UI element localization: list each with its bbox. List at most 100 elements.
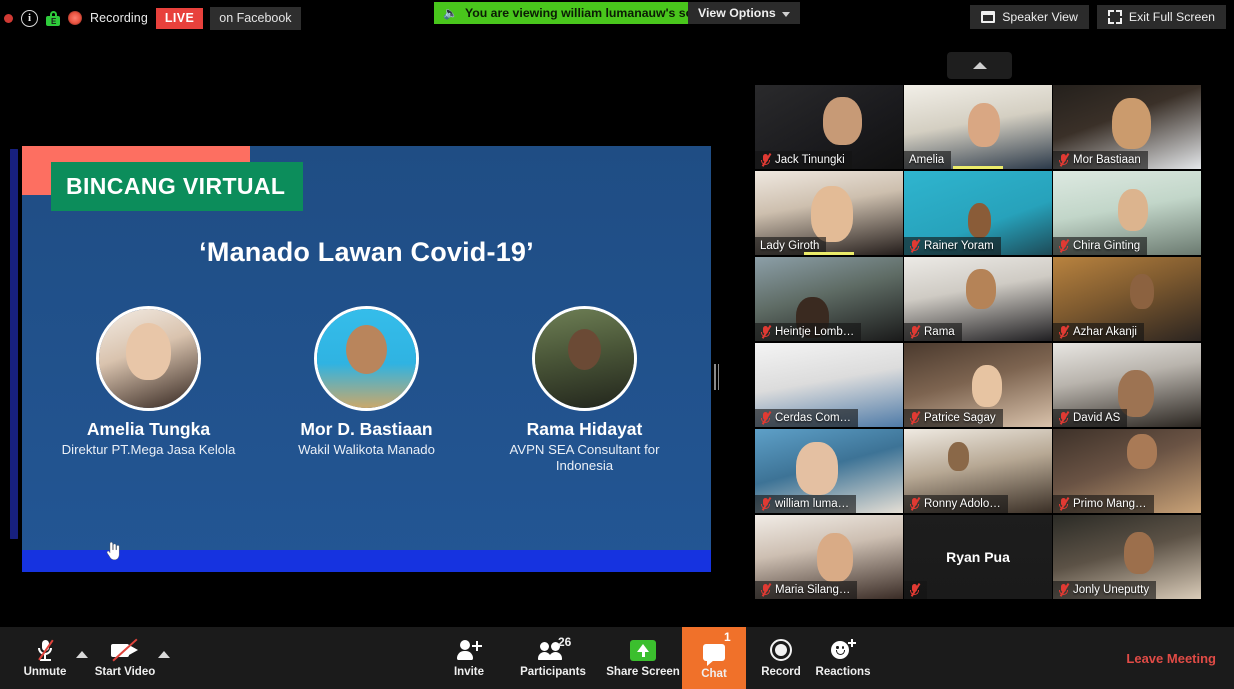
meeting-toolbar: Unmute Start Video Invite Participants 2… — [0, 627, 1234, 689]
speaking-indicator — [952, 166, 1004, 169]
record-button[interactable]: Record — [748, 633, 814, 685]
microphone-muted-icon — [760, 411, 772, 425]
participant-name-bar: Amelia — [904, 151, 952, 169]
info-icon[interactable]: i — [21, 9, 38, 27]
participant-tile[interactable]: Primo Mang… — [1053, 429, 1201, 513]
share-screen-icon — [630, 638, 656, 662]
participant-tile[interactable]: Maria Silang… — [755, 515, 903, 599]
participant-tile[interactable]: Patrice Sagay — [904, 343, 1052, 427]
video-settings-chevron-icon[interactable] — [158, 651, 170, 658]
exit-full-screen-button[interactable]: Exit Full Screen — [1096, 5, 1226, 29]
speaker-view-button[interactable]: Speaker View — [970, 5, 1089, 29]
slide-speakers: Amelia Tungka Direktur PT.Mega Jasa Kelo… — [22, 306, 711, 473]
invite-button[interactable]: Invite — [436, 633, 502, 685]
collapse-gallery-button[interactable] — [947, 52, 1012, 79]
shared-screen-scrollbar[interactable] — [10, 149, 18, 539]
start-video-button[interactable]: Start Video — [92, 633, 158, 685]
participant-name: Primo Mang… — [1073, 498, 1147, 510]
participant-face — [817, 533, 853, 583]
participants-button[interactable]: Participants 26 — [518, 633, 588, 685]
share-screen-button[interactable]: Share Screen — [606, 633, 680, 685]
participant-tile[interactable]: Heintje Lomb… — [755, 257, 903, 341]
participant-tile[interactable]: Azhar Akanji — [1053, 257, 1201, 341]
exit-full-screen-icon — [1107, 10, 1122, 24]
participant-name: Lady Giroth — [760, 240, 820, 252]
microphone-muted-icon — [760, 325, 772, 339]
participant-face — [1112, 98, 1151, 149]
participant-tile[interactable]: Ryan Pua — [904, 515, 1052, 599]
reactions-icon — [831, 638, 856, 662]
participant-face — [972, 364, 1002, 407]
invite-icon — [457, 638, 482, 662]
chat-icon — [703, 640, 725, 666]
speaker-view-icon — [981, 11, 996, 23]
participant-name: william luma… — [775, 498, 850, 510]
participant-tile[interactable]: Mor Bastiaan — [1053, 85, 1201, 169]
participant-tile[interactable]: Ronny Adolo… — [904, 429, 1052, 513]
scrollbar-thumb[interactable] — [10, 149, 18, 539]
participant-name: Heintje Lomb… — [775, 326, 855, 338]
screen-share-banner: 🔈 You are viewing william lumanauw's scr… — [434, 2, 731, 24]
participant-tile[interactable]: Rama — [904, 257, 1052, 341]
participant-tile[interactable]: Rainer Yoram — [904, 171, 1052, 255]
microphone-muted-icon — [1058, 411, 1070, 425]
chat-unread-badge: 1 — [724, 630, 731, 644]
microphone-muted-icon — [760, 583, 772, 597]
microphone-muted-icon — [1058, 325, 1070, 339]
audio-settings-chevron-icon[interactable] — [76, 651, 88, 658]
speaker-photo-rama — [532, 306, 637, 411]
reactions-button[interactable]: Reactions — [808, 633, 878, 685]
speaking-indicator — [803, 252, 855, 255]
presentation-slide: BINCANG VIRTUAL ‘Manado Lawan Covid-19’ … — [22, 146, 711, 572]
slide-speaker-1: Amelia Tungka Direktur PT.Mega Jasa Kelo… — [61, 306, 237, 473]
speaker-photo-amelia — [96, 306, 201, 411]
chat-button[interactable]: Chat 1 — [682, 627, 746, 689]
microphone-muted-icon — [909, 583, 921, 597]
microphone-muted-icon — [36, 638, 54, 662]
unmute-label: Unmute — [23, 666, 67, 678]
participant-name: Ronny Adolo… — [924, 498, 1001, 510]
participant-tile[interactable]: Jonly Uneputty — [1053, 515, 1201, 599]
top-bar: i E Recording LIVE on Facebook 🔈 You are… — [0, 0, 1234, 36]
participant-name-bar: Jack Tinungki — [755, 151, 852, 169]
lock-icon[interactable]: E — [46, 10, 60, 26]
participant-thumbnail-grid: Jack Tinungki Amelia Mor Bastiaan Lady Giro… — [755, 85, 1205, 603]
shared-screen-area[interactable]: BINCANG VIRTUAL ‘Manado Lawan Covid-19’ … — [0, 36, 745, 621]
microphone-muted-icon — [909, 411, 921, 425]
facebook-stream-label: on Facebook — [210, 6, 301, 30]
exit-full-screen-label: Exit Full Screen — [1128, 10, 1215, 24]
slide-bottom-bar — [22, 550, 711, 572]
participants-label: Participants — [520, 666, 586, 678]
speaker-photo-mor — [314, 306, 419, 411]
participant-tile[interactable]: william luma… — [755, 429, 903, 513]
participant-tile[interactable]: Lady Giroth — [755, 171, 903, 255]
participant-name: David AS — [1073, 412, 1121, 424]
participant-name-bar: Maria Silang… — [755, 581, 858, 599]
participant-name-bar: Chira Ginting — [1053, 237, 1148, 255]
hand-cursor-icon — [106, 542, 120, 560]
microphone-muted-icon — [760, 497, 772, 511]
participant-tile[interactable]: Cerdas Com… — [755, 343, 903, 427]
participant-tile[interactable]: David AS — [1053, 343, 1201, 427]
chat-label: Chat — [701, 668, 727, 680]
unmute-button[interactable]: Unmute — [12, 633, 78, 685]
microphone-muted-icon — [909, 239, 921, 253]
leave-meeting-button[interactable]: Leave Meeting — [1126, 651, 1216, 666]
participant-name-bar: David AS — [1053, 409, 1128, 427]
participant-tile[interactable]: Chira Ginting — [1053, 171, 1201, 255]
slide-badge: BINCANG VIRTUAL — [51, 162, 303, 211]
participant-tile[interactable]: Amelia — [904, 85, 1052, 169]
participant-name-bar: Ronny Adolo… — [904, 495, 1008, 513]
recording-indicator-icon — [68, 11, 82, 25]
participant-name-bar: Heintje Lomb… — [755, 323, 862, 341]
invite-label: Invite — [453, 666, 485, 678]
pane-drag-handle[interactable] — [714, 364, 719, 390]
participant-face — [811, 186, 853, 242]
participant-tile[interactable]: Jack Tinungki — [755, 85, 903, 169]
participant-name-bar: Mor Bastiaan — [1053, 151, 1148, 169]
speaker-role: AVPN SEA Consultant for Indonesia — [509, 442, 660, 473]
participant-face — [796, 442, 838, 495]
participant-name-bar: Rama — [904, 323, 962, 341]
participant-name: Jack Tinungki — [775, 154, 845, 166]
view-options-button[interactable]: View Options — [688, 2, 800, 24]
